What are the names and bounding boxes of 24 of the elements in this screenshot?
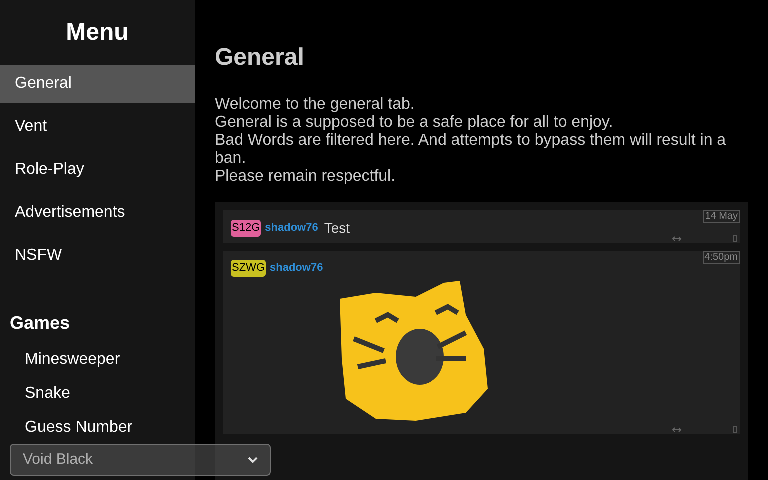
user-tag: SZWG [231,260,266,276]
description-text: Please remain respectful. [215,168,397,186]
timestamp: 4:50pm [702,251,740,264]
username[interactable]: shadow76 [265,220,318,237]
username[interactable]: shadow76 [270,260,324,276]
game-item[interactable]: Minesweeper [0,343,195,377]
message-text: Test [324,219,350,238]
description-text: Welcome to the general tab. [215,96,416,114]
menu-item[interactable]: Advertisements [0,194,195,232]
description-text: Bad Words are filtered here. And attempts to bypass them will result in a ban. [215,132,728,168]
section-heading: Games [9,312,72,335]
menu-item[interactable]: General [0,65,195,103]
menu-item[interactable]: Vent [0,108,195,146]
menu-item[interactable]: NSFW [0,237,195,275]
user-tag: S12G [231,220,262,237]
chevron-down-icon [248,456,258,464]
menu-item[interactable]: Role-Play [0,151,195,189]
theme-select[interactable]: Void Black [10,444,271,476]
timestamp: 14 May [703,210,740,223]
game-item[interactable]: Snake [0,377,195,411]
description-text: General is a supposed to be a safe place for all to enjoy. [215,114,614,132]
menu-title: Menu [65,18,130,48]
game-item[interactable]: Guess Number [0,411,195,445]
page-title: General [215,43,306,73]
